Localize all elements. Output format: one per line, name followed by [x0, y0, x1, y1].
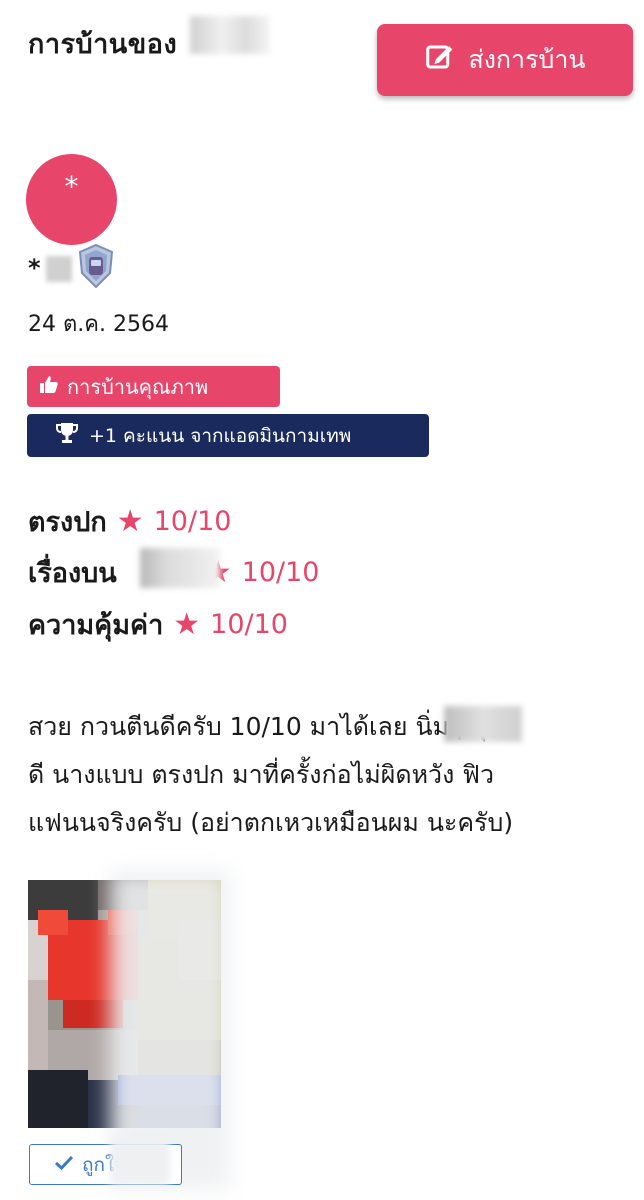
author-name[interactable]: *: [28, 254, 41, 282]
shield-badge-icon: [76, 243, 116, 289]
rating-label: เรื่องบน: [28, 558, 117, 589]
redacted-name: [46, 256, 72, 282]
page-title: การบ้านของ: [28, 29, 178, 60]
thumbs-up-icon: [39, 374, 59, 399]
review-line: แฟนนจริงครับ (อย่าตกเหวเหมือนผม นะครับ): [28, 808, 514, 837]
rating-score: 10/10: [210, 609, 288, 640]
review-text: สวย กวนตีนดีครับ 10/10 มาได้เลย นิ่มๆ หุ…: [28, 703, 638, 847]
redacted-username: [190, 16, 270, 54]
review-line: ดี นางแบบ ตรงปก มาที่ครั้งก่อไม่ผิดหวัง …: [28, 760, 494, 789]
avatar-initial: *: [64, 170, 79, 203]
rating-value: ความคุ้มค่า ★ 10/10: [28, 603, 288, 646]
rating-score: 10/10: [153, 506, 232, 537]
quality-badge: การบ้านคุณภาพ: [27, 366, 280, 407]
review-line: สวย กวนตีนดีครับ 10/10 มาได้เลย นิ่มๆ หุ…: [28, 712, 504, 741]
check-icon: [54, 1154, 74, 1176]
rating-label: ความคุ้มค่า: [28, 610, 164, 641]
rating-label: ตรงปก: [28, 507, 107, 538]
bonus-badge-label: +1 คะแนน จากแอดมินกามเทพ: [89, 424, 352, 447]
star-icon: ★: [173, 606, 201, 642]
rating-score: 10/10: [241, 557, 320, 588]
post-date: 24 ต.ค. 2564: [28, 312, 169, 337]
submit-homework-label: ส่งการบ้าน: [468, 45, 586, 74]
submit-homework-button[interactable]: ส่งการบ้าน: [377, 24, 633, 96]
redacted-text: [444, 706, 522, 742]
avatar[interactable]: *: [26, 154, 117, 245]
rating-looks-match: ตรงปก ★ 10/10: [28, 500, 231, 543]
edit-icon: [424, 42, 454, 78]
bonus-points-badge: +1 คะแนน จากแอดมินกามเทพ: [27, 414, 429, 457]
redacted-text: [140, 548, 220, 588]
redaction-overlay: [110, 1140, 170, 1185]
quality-badge-label: การบ้านคุณภาพ: [67, 374, 209, 399]
star-icon: ★: [116, 503, 144, 539]
trophy-icon: [55, 422, 79, 449]
